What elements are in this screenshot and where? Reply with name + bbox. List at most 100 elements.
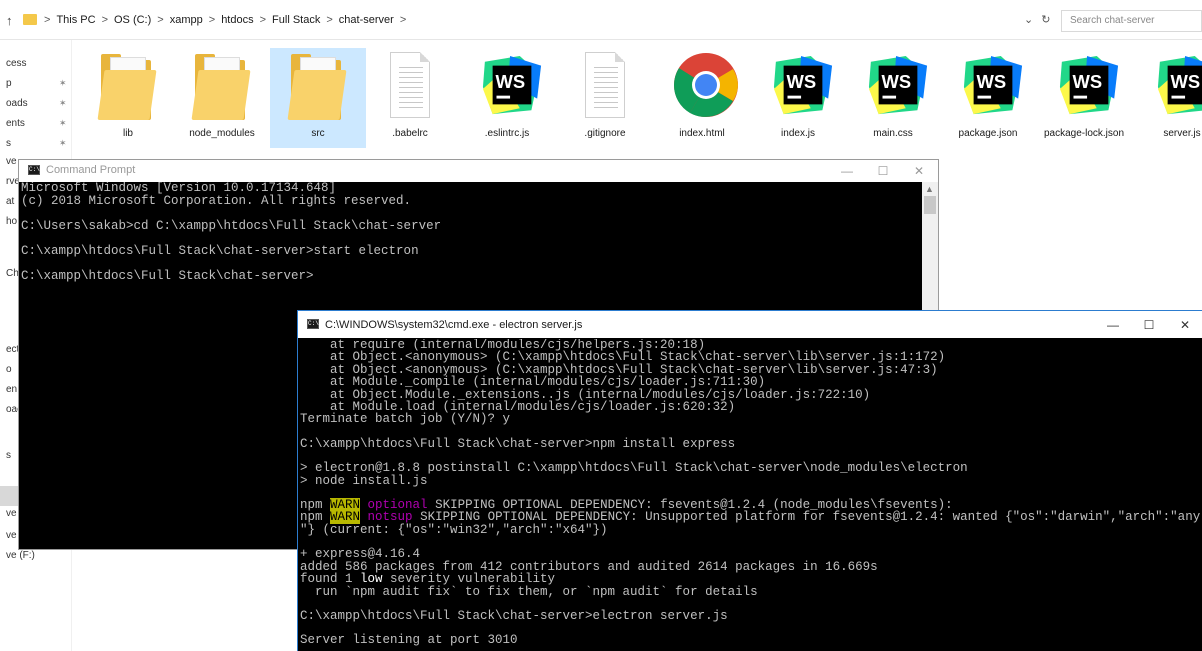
file-name: main.css (873, 128, 913, 139)
file-item[interactable]: .gitignore (557, 48, 653, 148)
chevron-down-icon[interactable]: ⌄ (1024, 13, 1033, 26)
console-line: npm WARN notsup SKIPPING OPTIONAL DEPEND… (300, 510, 1201, 525)
nav-item-label: s (6, 450, 11, 461)
breadcrumb-separator[interactable]: > (400, 14, 406, 26)
file-item[interactable]: WS index.js (750, 48, 846, 148)
console-line: at Module._compile (internal/modules/cjs… (300, 375, 766, 390)
address-bar: ↑ > This PC > OS (C:) > xampp > htdocs > Full Sta… (0, 0, 1202, 40)
svg-text:WS: WS (977, 71, 1007, 92)
folder-icon (23, 14, 37, 25)
svg-text:WS: WS (787, 71, 817, 92)
console-line: > node install.js (300, 473, 428, 488)
breadcrumb-item[interactable]: OS (C:) (114, 14, 151, 26)
file-item[interactable]: src (270, 48, 366, 148)
nav-item-label: oads (6, 98, 28, 109)
nav-item-label: ve (6, 156, 17, 167)
file-item[interactable]: WS .eslintrc.js (459, 48, 555, 148)
up-arrow-icon[interactable]: ↑ (6, 13, 13, 28)
nav-item-label: p (6, 78, 12, 89)
pin-icon: ✶ (59, 98, 67, 108)
scroll-thumb[interactable] (924, 196, 936, 214)
breadcrumb-separator[interactable]: > (260, 14, 266, 26)
nav-item-label: cess (6, 58, 27, 69)
scroll-up-icon[interactable]: ▲ (925, 184, 934, 194)
window-title: C:\WINDOWS\system32\cmd.exe - electron s… (325, 319, 583, 331)
file-item[interactable]: WS main.css (845, 48, 941, 148)
breadcrumb-item[interactable]: htdocs (221, 14, 253, 26)
cmd-icon: C:\ (28, 165, 40, 175)
file-item[interactable]: lib (80, 48, 176, 148)
nav-item-label: en (6, 384, 18, 395)
breadcrumb-separator[interactable]: > (44, 14, 50, 26)
severity-label: low (360, 572, 383, 587)
breadcrumb-separator[interactable]: > (209, 14, 215, 26)
breadcrumb-separator[interactable]: > (157, 14, 163, 26)
nav-item-label: Ch (6, 268, 19, 279)
webstorm-icon: WS (958, 50, 1023, 120)
file-name: index.html (679, 128, 725, 139)
file-item[interactable]: index.html (654, 48, 750, 148)
title-bar[interactable]: C:\ Command Prompt — ☐ ✕ (19, 160, 938, 182)
file-name: lib (122, 128, 133, 139)
svg-text:WS: WS (496, 71, 526, 92)
nav-item-label: ho (6, 216, 18, 227)
cmd-icon: C:\ (307, 319, 319, 329)
nav-item-label: ve (6, 530, 17, 541)
maximize-button[interactable]: ☐ (865, 162, 901, 180)
console-output[interactable]: at require (internal/modules/cjs/helpers… (300, 339, 1202, 651)
console-line: C:\xampp\htdocs\Full Stack\chat-server>n… (300, 436, 736, 451)
breadcrumb-separator[interactable]: > (102, 14, 108, 26)
title-bar[interactable]: C:\ C:\WINDOWS\system32\cmd.exe - electr… (298, 311, 1202, 338)
nav-item-label: o (6, 364, 12, 375)
breadcrumb-item[interactable]: chat-server (339, 14, 394, 26)
chrome-icon (672, 50, 738, 120)
breadcrumb-item[interactable]: xampp (170, 14, 203, 26)
close-button[interactable]: ✕ (1167, 313, 1202, 337)
file-item[interactable]: WS server.js (1134, 48, 1202, 148)
refresh-icon[interactable]: ↻ (1041, 13, 1050, 26)
document-icon (575, 50, 635, 120)
cmd-electron-window[interactable]: C:\ C:\WINDOWS\system32\cmd.exe - electr… (297, 310, 1202, 651)
pin-icon: ✶ (59, 138, 67, 148)
file-list: lib node_modules src .babelrc WS .eslintrc.… (80, 48, 1202, 158)
breadcrumb-item[interactable]: This PC (56, 14, 95, 26)
console-line: at Object.<anonymous> (C:\xampp\htdocs\F… (300, 350, 946, 365)
nav-item-label: ve (6, 508, 17, 519)
console-line: > electron@1.8.8 postinstall C:\xampp\ht… (300, 461, 968, 476)
nav-item[interactable]: p ✶ (6, 78, 76, 89)
nav-item-label: ents (6, 118, 25, 129)
svg-text:WS: WS (1171, 71, 1201, 92)
console-line: C:\xampp\htdocs\Full Stack\chat-server>e… (300, 608, 728, 623)
file-item[interactable]: node_modules (174, 48, 270, 148)
address-tools: ⌄ ↻ (1024, 13, 1050, 26)
nav-item[interactable]: ents ✶ (6, 118, 76, 129)
breadcrumb-item[interactable]: Full Stack (272, 14, 320, 26)
nav-item[interactable]: cess (6, 58, 76, 69)
breadcrumb-separator[interactable]: > (326, 14, 332, 26)
nav-item-label: ve (F:) (6, 550, 35, 561)
minimize-button[interactable]: — (829, 162, 865, 180)
file-item[interactable]: WS package-lock.json (1036, 48, 1132, 148)
webstorm-icon: WS (477, 50, 542, 120)
file-item[interactable]: .babelrc (362, 48, 458, 148)
console-line: run `npm audit fix` to fix them, or `npm… (300, 584, 758, 599)
nav-item[interactable]: ve (F:) (6, 550, 76, 561)
maximize-button[interactable]: ☐ (1131, 313, 1167, 337)
console-line: (c) 2018 Microsoft Corporation. All righ… (21, 194, 412, 208)
webstorm-icon: WS (863, 50, 928, 120)
nav-item-label: at (6, 196, 15, 207)
file-name: package-lock.json (1043, 128, 1125, 139)
console-line: C:\Users\sakab>cd C:\xampp\htdocs\Full S… (21, 219, 442, 233)
nav-item[interactable]: s ✶ (6, 138, 76, 149)
file-name: node_modules (189, 128, 255, 139)
file-name: .babelrc (392, 128, 428, 139)
console-line: Server listening at port 3010 (300, 633, 518, 648)
minimize-button[interactable]: — (1095, 313, 1131, 337)
folder-icon (287, 50, 348, 120)
svg-text:WS: WS (882, 71, 912, 92)
file-item[interactable]: WS package.json (940, 48, 1036, 148)
search-input[interactable]: Search chat-server (1061, 10, 1202, 32)
close-button[interactable]: ✕ (901, 162, 937, 180)
window-controls: — ☐ ✕ (1095, 313, 1202, 337)
nav-item[interactable]: oads ✶ (6, 98, 76, 109)
